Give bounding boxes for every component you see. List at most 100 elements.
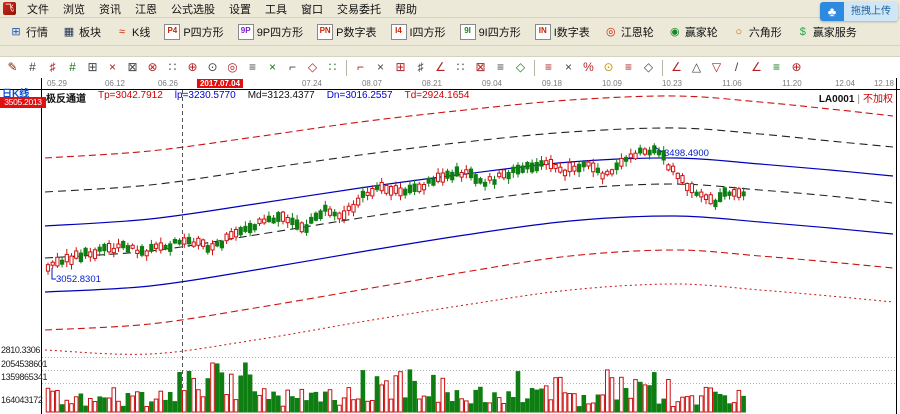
draw-tool-5-icon[interactable]: ×: [103, 58, 122, 77]
toolbar-button-winner-wheel[interactable]: ◉赢家轮: [663, 21, 723, 43]
i-square-label: I四方形: [410, 24, 446, 40]
toolbar-button-quotes[interactable]: ⊞行情: [4, 21, 53, 43]
quotes-label: 行情: [26, 24, 48, 40]
menu-item-5[interactable]: 设置: [222, 0, 258, 18]
9p-square-label: 9P四方形: [257, 24, 303, 40]
date-label: 11.20: [782, 79, 801, 88]
date-label: 06.12: [105, 79, 125, 88]
draw-tool-33-icon[interactable]: △: [687, 58, 706, 77]
toolbar-button-winner-service[interactable]: $赢家服务: [791, 21, 862, 43]
price-annotation-0: 3052.8301: [56, 274, 101, 285]
draw-tool-17-icon[interactable]: ⌐: [351, 58, 370, 77]
draw-tool-28-icon[interactable]: %: [579, 58, 598, 77]
draw-tool-37-icon[interactable]: ≡: [767, 58, 786, 77]
indicator-value-3: Dn=3016.2557: [327, 90, 393, 105]
draw-tool-2-icon[interactable]: ♯: [43, 58, 62, 77]
date-label: 09.18: [542, 79, 562, 88]
draw-tool-25-icon[interactable]: ◇: [511, 58, 530, 77]
draw-tool-34-icon[interactable]: ▽: [707, 58, 726, 77]
draw-tool-26-icon[interactable]: ≡: [539, 58, 558, 77]
draw-tool-23-icon[interactable]: ⊠: [471, 58, 490, 77]
upload-button[interactable]: ♣ 拖拽上传: [820, 2, 898, 21]
main-toolbar: ⊞行情▦板块≈K线P4P四方形9P9P四方形PNP数字表I4I四方形9I9I四方…: [0, 18, 900, 46]
draw-tool-8-icon[interactable]: ∷: [163, 58, 182, 77]
draw-tool-36-icon[interactable]: ∠: [747, 58, 766, 77]
date-label: 09.04: [482, 79, 502, 88]
separator: |: [854, 94, 863, 105]
draw-tool-11-icon[interactable]: ◎: [223, 58, 242, 77]
draw-tool-32-icon[interactable]: ∠: [667, 58, 686, 77]
toolbar-button-p-table[interactable]: PNP数字表: [312, 21, 381, 43]
p-square-icon: P4: [164, 24, 180, 40]
draw-tool-10-icon[interactable]: ⊙: [203, 58, 222, 77]
draw-tool-22-icon[interactable]: ∷: [451, 58, 470, 77]
chart-area: 05.2906.1206.262017.07.0407.2408.0708.21…: [0, 78, 900, 414]
draw-tool-3-icon[interactable]: #: [63, 58, 82, 77]
hexagon-label: 六角形: [749, 24, 782, 40]
channel-line-Dn: [45, 216, 893, 292]
menu-item-9[interactable]: 帮助: [388, 0, 424, 18]
toolbar-button-9p-square[interactable]: 9P9P四方形: [233, 21, 308, 43]
price-chart-canvas[interactable]: [0, 78, 900, 414]
weight-mode-label: 不加权: [863, 94, 893, 105]
draw-tool-24-icon[interactable]: ≡: [491, 58, 510, 77]
toolbar-button-i-table[interactable]: INI数字表: [530, 21, 595, 43]
draw-tool-4-icon[interactable]: ⊞: [83, 58, 102, 77]
9p-square-icon: 9P: [238, 24, 254, 40]
9i-square-label: 9I四方形: [479, 24, 521, 40]
draw-tool-12-icon[interactable]: ≡: [243, 58, 262, 77]
menu-item-0[interactable]: 文件: [20, 0, 56, 18]
draw-tool-35-icon[interactable]: /: [727, 58, 746, 77]
menu-item-1[interactable]: 浏览: [56, 0, 92, 18]
i-table-label: I数字表: [554, 24, 590, 40]
menu-item-4[interactable]: 公式选股: [164, 0, 222, 18]
draw-tool-7-icon[interactable]: ⊗: [143, 58, 162, 77]
hexagon-icon: ○: [732, 25, 746, 39]
kline-icon: ≈: [115, 25, 129, 39]
draw-tool-6-icon[interactable]: ⊠: [123, 58, 142, 77]
draw-tool-9-icon[interactable]: ⊕: [183, 58, 202, 77]
indicator-name: 极反通道: [46, 90, 86, 105]
draw-tool-15-icon[interactable]: ◇: [303, 58, 322, 77]
toolbar-separator: [662, 60, 663, 76]
channel-line-lp: [45, 158, 893, 226]
toolbar-button-i-square[interactable]: I4I四方形: [386, 21, 451, 43]
sectors-icon: ▦: [62, 25, 76, 39]
toolbar-button-kline[interactable]: ≈K线: [110, 21, 155, 43]
draw-tool-18-icon[interactable]: ×: [371, 58, 390, 77]
date-label: 06.26: [158, 79, 178, 88]
draw-tool-27-icon[interactable]: ×: [559, 58, 578, 77]
draw-tool-30-icon[interactable]: ≡: [619, 58, 638, 77]
indicator-value-0: Tp=3042.7912: [98, 90, 163, 105]
draw-tool-20-icon[interactable]: ♯: [411, 58, 430, 77]
draw-tool-14-icon[interactable]: ⌐: [283, 58, 302, 77]
draw-tool-1-icon[interactable]: #: [23, 58, 42, 77]
toolbar-button-sectors[interactable]: ▦板块: [57, 21, 106, 43]
sectors-label: 板块: [79, 24, 101, 40]
menu-item-7[interactable]: 窗口: [294, 0, 330, 18]
draw-tool-31-icon[interactable]: ◇: [639, 58, 658, 77]
toolbar-button-gann-wheel[interactable]: ◎江恩轮: [599, 21, 659, 43]
date-label: 10.23: [662, 79, 682, 88]
menu-item-6[interactable]: 工具: [258, 0, 294, 18]
toolbar-button-p-square[interactable]: P4P四方形: [159, 21, 228, 43]
menu-item-2[interactable]: 资讯: [92, 0, 128, 18]
draw-tool-21-icon[interactable]: ∠: [431, 58, 450, 77]
date-label: 08.21: [422, 79, 442, 88]
toolbar-button-hexagon[interactable]: ○六角形: [727, 21, 787, 43]
app-logo-icon: 飞: [3, 2, 16, 15]
channel-line-bottom-dotted: [45, 284, 893, 354]
date-label: 08.07: [362, 79, 382, 88]
draw-tool-19-icon[interactable]: ⊞: [391, 58, 410, 77]
draw-tool-13-icon[interactable]: ×: [263, 58, 282, 77]
toolbar-button-9i-square[interactable]: 9I9I四方形: [455, 21, 526, 43]
menu-item-8[interactable]: 交易委托: [330, 0, 388, 18]
club-icon: ♣: [820, 2, 844, 21]
axis-label-3: 164043172: [1, 395, 42, 405]
draw-tool-38-icon[interactable]: ⊕: [787, 58, 806, 77]
draw-tool-29-icon[interactable]: ⊙: [599, 58, 618, 77]
menu-item-3[interactable]: 江恩: [128, 0, 164, 18]
i-square-icon: I4: [391, 24, 407, 40]
draw-tool-0-icon[interactable]: ✎: [3, 58, 22, 77]
draw-tool-16-icon[interactable]: ∷: [323, 58, 342, 77]
